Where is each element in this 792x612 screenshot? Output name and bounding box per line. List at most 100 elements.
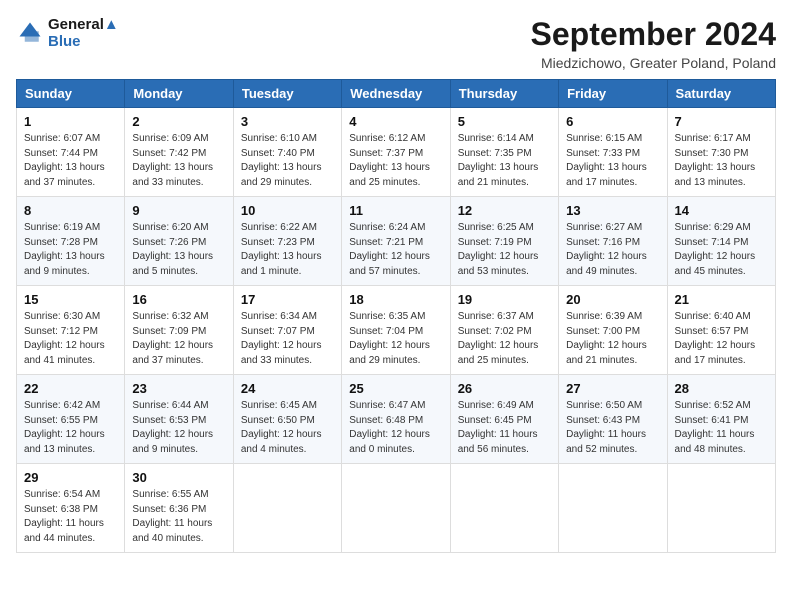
day-number: 24	[241, 381, 334, 396]
calendar-cell: 15 Sunrise: 6:30 AM Sunset: 7:12 PM Dayl…	[17, 286, 125, 375]
calendar-cell: 28 Sunrise: 6:52 AM Sunset: 6:41 PM Dayl…	[667, 375, 775, 464]
calendar-cell: 18 Sunrise: 6:35 AM Sunset: 7:04 PM Dayl…	[342, 286, 450, 375]
calendar-cell: 29 Sunrise: 6:54 AM Sunset: 6:38 PM Dayl…	[17, 464, 125, 553]
calendar-cell: 4 Sunrise: 6:12 AM Sunset: 7:37 PM Dayli…	[342, 108, 450, 197]
day-number: 13	[566, 203, 659, 218]
calendar-cell: 10 Sunrise: 6:22 AM Sunset: 7:23 PM Dayl…	[233, 197, 341, 286]
day-info: Sunrise: 6:27 AM Sunset: 7:16 PM Dayligh…	[566, 221, 659, 279]
day-info: Sunrise: 6:44 AM Sunset: 6:53 PM Dayligh…	[132, 399, 225, 457]
calendar-week-3: 15 Sunrise: 6:30 AM Sunset: 7:12 PM Dayl…	[17, 286, 776, 375]
calendar-cell: 20 Sunrise: 6:39 AM Sunset: 7:00 PM Dayl…	[559, 286, 667, 375]
day-info: Sunrise: 6:29 AM Sunset: 7:14 PM Dayligh…	[675, 221, 768, 279]
calendar-cell: 16 Sunrise: 6:32 AM Sunset: 7:09 PM Dayl…	[125, 286, 233, 375]
day-info: Sunrise: 6:07 AM Sunset: 7:44 PM Dayligh…	[24, 132, 117, 190]
calendar-cell: 14 Sunrise: 6:29 AM Sunset: 7:14 PM Dayl…	[667, 197, 775, 286]
logo-icon	[16, 19, 44, 47]
day-info: Sunrise: 6:12 AM Sunset: 7:37 PM Dayligh…	[349, 132, 442, 190]
calendar-cell: 24 Sunrise: 6:45 AM Sunset: 6:50 PM Dayl…	[233, 375, 341, 464]
day-number: 2	[132, 114, 225, 129]
weekday-header-monday: Monday	[125, 80, 233, 108]
calendar-week-1: 1 Sunrise: 6:07 AM Sunset: 7:44 PM Dayli…	[17, 108, 776, 197]
calendar-cell: 25 Sunrise: 6:47 AM Sunset: 6:48 PM Dayl…	[342, 375, 450, 464]
calendar-cell: 17 Sunrise: 6:34 AM Sunset: 7:07 PM Dayl…	[233, 286, 341, 375]
day-number: 7	[675, 114, 768, 129]
day-number: 15	[24, 292, 117, 307]
calendar-cell: 6 Sunrise: 6:15 AM Sunset: 7:33 PM Dayli…	[559, 108, 667, 197]
day-number: 17	[241, 292, 334, 307]
day-number: 14	[675, 203, 768, 218]
calendar-cell	[342, 464, 450, 553]
calendar-week-2: 8 Sunrise: 6:19 AM Sunset: 7:28 PM Dayli…	[17, 197, 776, 286]
calendar-cell: 26 Sunrise: 6:49 AM Sunset: 6:45 PM Dayl…	[450, 375, 558, 464]
month-title: September 2024	[531, 16, 776, 53]
day-info: Sunrise: 6:42 AM Sunset: 6:55 PM Dayligh…	[24, 399, 117, 457]
day-number: 6	[566, 114, 659, 129]
day-number: 8	[24, 203, 117, 218]
day-number: 23	[132, 381, 225, 396]
day-info: Sunrise: 6:09 AM Sunset: 7:42 PM Dayligh…	[132, 132, 225, 190]
calendar-cell: 27 Sunrise: 6:50 AM Sunset: 6:43 PM Dayl…	[559, 375, 667, 464]
day-info: Sunrise: 6:15 AM Sunset: 7:33 PM Dayligh…	[566, 132, 659, 190]
calendar-cell: 30 Sunrise: 6:55 AM Sunset: 6:36 PM Dayl…	[125, 464, 233, 553]
weekday-header-wednesday: Wednesday	[342, 80, 450, 108]
calendar-cell: 3 Sunrise: 6:10 AM Sunset: 7:40 PM Dayli…	[233, 108, 341, 197]
calendar-cell	[559, 464, 667, 553]
calendar-week-5: 29 Sunrise: 6:54 AM Sunset: 6:38 PM Dayl…	[17, 464, 776, 553]
day-number: 22	[24, 381, 117, 396]
weekday-header-row: SundayMondayTuesdayWednesdayThursdayFrid…	[17, 80, 776, 108]
day-number: 9	[132, 203, 225, 218]
calendar-cell: 9 Sunrise: 6:20 AM Sunset: 7:26 PM Dayli…	[125, 197, 233, 286]
day-info: Sunrise: 6:25 AM Sunset: 7:19 PM Dayligh…	[458, 221, 551, 279]
calendar-cell: 19 Sunrise: 6:37 AM Sunset: 7:02 PM Dayl…	[450, 286, 558, 375]
day-number: 4	[349, 114, 442, 129]
logo: General▲ Blue	[16, 16, 119, 50]
day-info: Sunrise: 6:20 AM Sunset: 7:26 PM Dayligh…	[132, 221, 225, 279]
calendar-cell	[450, 464, 558, 553]
page-header: General▲ Blue September 2024 Miedzichowo…	[16, 16, 776, 71]
day-number: 27	[566, 381, 659, 396]
day-number: 1	[24, 114, 117, 129]
calendar-cell: 13 Sunrise: 6:27 AM Sunset: 7:16 PM Dayl…	[559, 197, 667, 286]
weekday-header-sunday: Sunday	[17, 80, 125, 108]
day-info: Sunrise: 6:34 AM Sunset: 7:07 PM Dayligh…	[241, 310, 334, 368]
calendar-cell: 12 Sunrise: 6:25 AM Sunset: 7:19 PM Dayl…	[450, 197, 558, 286]
weekday-header-tuesday: Tuesday	[233, 80, 341, 108]
day-info: Sunrise: 6:17 AM Sunset: 7:30 PM Dayligh…	[675, 132, 768, 190]
day-number: 5	[458, 114, 551, 129]
calendar-cell: 22 Sunrise: 6:42 AM Sunset: 6:55 PM Dayl…	[17, 375, 125, 464]
calendar-cell	[233, 464, 341, 553]
day-number: 21	[675, 292, 768, 307]
logo-text: General▲ Blue	[48, 16, 119, 50]
calendar-cell: 7 Sunrise: 6:17 AM Sunset: 7:30 PM Dayli…	[667, 108, 775, 197]
day-number: 10	[241, 203, 334, 218]
calendar-cell: 8 Sunrise: 6:19 AM Sunset: 7:28 PM Dayli…	[17, 197, 125, 286]
day-info: Sunrise: 6:19 AM Sunset: 7:28 PM Dayligh…	[24, 221, 117, 279]
calendar-cell	[667, 464, 775, 553]
day-number: 16	[132, 292, 225, 307]
calendar-cell: 23 Sunrise: 6:44 AM Sunset: 6:53 PM Dayl…	[125, 375, 233, 464]
day-number: 20	[566, 292, 659, 307]
day-info: Sunrise: 6:14 AM Sunset: 7:35 PM Dayligh…	[458, 132, 551, 190]
day-number: 29	[24, 470, 117, 485]
day-info: Sunrise: 6:50 AM Sunset: 6:43 PM Dayligh…	[566, 399, 659, 457]
calendar-cell: 21 Sunrise: 6:40 AM Sunset: 6:57 PM Dayl…	[667, 286, 775, 375]
day-number: 3	[241, 114, 334, 129]
day-info: Sunrise: 6:35 AM Sunset: 7:04 PM Dayligh…	[349, 310, 442, 368]
calendar-cell: 2 Sunrise: 6:09 AM Sunset: 7:42 PM Dayli…	[125, 108, 233, 197]
title-area: September 2024 Miedzichowo, Greater Pola…	[531, 16, 776, 71]
calendar-week-4: 22 Sunrise: 6:42 AM Sunset: 6:55 PM Dayl…	[17, 375, 776, 464]
day-info: Sunrise: 6:24 AM Sunset: 7:21 PM Dayligh…	[349, 221, 442, 279]
day-number: 19	[458, 292, 551, 307]
calendar-table: SundayMondayTuesdayWednesdayThursdayFrid…	[16, 79, 776, 553]
day-info: Sunrise: 6:32 AM Sunset: 7:09 PM Dayligh…	[132, 310, 225, 368]
day-info: Sunrise: 6:30 AM Sunset: 7:12 PM Dayligh…	[24, 310, 117, 368]
day-number: 11	[349, 203, 442, 218]
calendar-cell: 1 Sunrise: 6:07 AM Sunset: 7:44 PM Dayli…	[17, 108, 125, 197]
day-info: Sunrise: 6:55 AM Sunset: 6:36 PM Dayligh…	[132, 488, 225, 546]
day-number: 12	[458, 203, 551, 218]
day-info: Sunrise: 6:10 AM Sunset: 7:40 PM Dayligh…	[241, 132, 334, 190]
day-info: Sunrise: 6:40 AM Sunset: 6:57 PM Dayligh…	[675, 310, 768, 368]
day-number: 25	[349, 381, 442, 396]
day-number: 26	[458, 381, 551, 396]
day-info: Sunrise: 6:37 AM Sunset: 7:02 PM Dayligh…	[458, 310, 551, 368]
